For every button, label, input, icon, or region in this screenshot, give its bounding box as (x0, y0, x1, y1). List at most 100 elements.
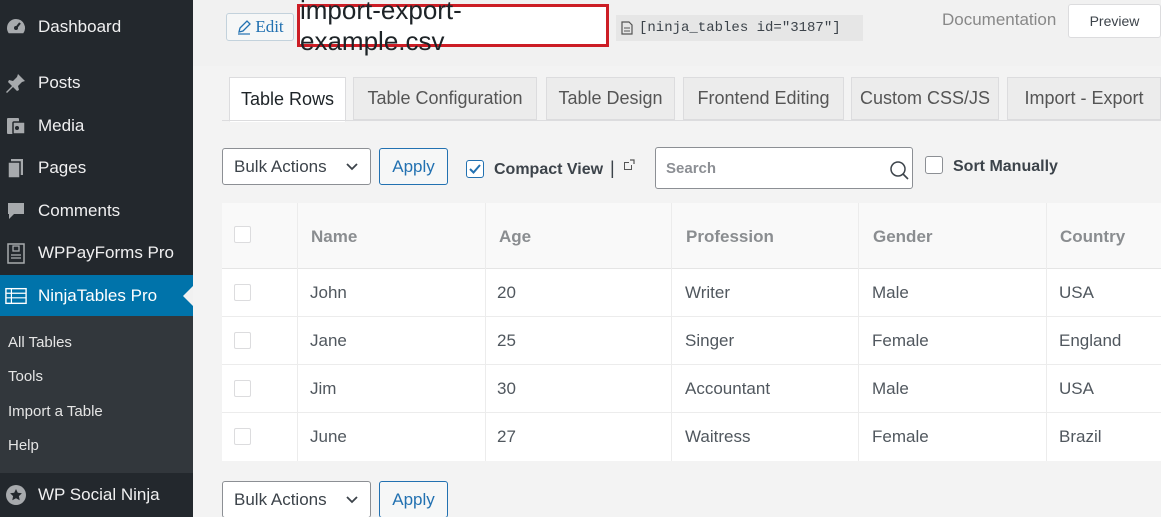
cell-profession: Accountant (685, 379, 771, 398)
cell-age: 30 (497, 379, 516, 398)
search-icon[interactable] (889, 160, 909, 180)
cell-name: Jim (310, 379, 337, 398)
apply-button-bottom[interactable]: Apply (379, 481, 448, 517)
ninjatables-submenu: All Tables Tools Import a Table Help (0, 316, 193, 473)
column-divider (297, 203, 298, 461)
pages-icon (5, 157, 27, 179)
column-divider (858, 203, 859, 461)
column-header-profession[interactable]: Profession (686, 227, 774, 247)
sidebar-item-comments[interactable]: Comments (0, 191, 193, 231)
compact-view-label[interactable]: Compact View (494, 161, 603, 179)
cell-gender: Male (872, 379, 909, 398)
cell-gender: Female (872, 331, 929, 350)
form-icon (5, 242, 27, 264)
cell-name: John (310, 283, 347, 302)
submenu-item-import-table[interactable]: Import a Table (8, 403, 103, 420)
sidebar-item-media[interactable]: Media (0, 106, 193, 146)
pencil-icon (238, 20, 252, 35)
comment-icon (5, 200, 27, 222)
row-checkbox[interactable] (234, 284, 251, 301)
tab-table-rows[interactable]: Table Rows (229, 77, 346, 122)
admin-sidebar: Dashboard Posts Media Pages Comments WPP… (0, 0, 193, 517)
tab-custom-css-js[interactable]: Custom CSS/JS (851, 77, 999, 120)
cell-age: 25 (497, 331, 516, 350)
sidebar-item-wppayforms[interactable]: WPPayForms Pro (0, 233, 193, 273)
column-header-age[interactable]: Age (499, 227, 531, 247)
table-row[interactable]: John 20 Writer Male USA (222, 269, 1161, 317)
sidebar-item-label: Pages (38, 158, 87, 177)
tab-table-design[interactable]: Table Design (546, 77, 675, 120)
bulk-actions-value: Bulk Actions (234, 156, 327, 176)
bulk-actions-select[interactable]: Bulk Actions (222, 148, 371, 185)
sidebar-item-label: Posts (38, 73, 81, 92)
chevron-down-icon (346, 163, 358, 171)
compact-view-checkbox[interactable] (466, 160, 484, 178)
edit-label: Edit (255, 17, 284, 36)
column-header-name[interactable]: Name (311, 227, 357, 247)
external-link-icon[interactable] (622, 158, 636, 172)
sidebar-item-label: WP Social Ninja (38, 485, 160, 504)
cell-country: England (1059, 331, 1122, 350)
cell-gender: Female (872, 427, 929, 446)
cell-profession: Singer (685, 331, 735, 350)
toolbar-separator: | (610, 158, 615, 178)
shortcode-display[interactable]: [ninja_tables id="3187"] (616, 15, 863, 41)
edit-title-button[interactable]: Edit (226, 13, 294, 41)
row-checkbox[interactable] (234, 380, 251, 397)
star-badge-icon (5, 484, 27, 506)
sidebar-item-posts[interactable]: Posts (0, 63, 193, 103)
cell-country: USA (1059, 283, 1094, 302)
sidebar-item-label: WPPayForms Pro (38, 243, 175, 262)
cell-gender: Male (872, 283, 909, 302)
submenu-item-all-tables[interactable]: All Tables (8, 334, 72, 351)
sidebar-item-label: Media (38, 116, 85, 135)
sidebar-item-dashboard[interactable]: Dashboard (0, 7, 193, 47)
table-header: Name Age Profession Gender Country (222, 203, 1161, 269)
tab-table-configuration[interactable]: Table Configuration (353, 77, 537, 120)
cell-age: 27 (497, 427, 516, 446)
sidebar-item-ninjatables[interactable]: NinjaTables Pro (0, 275, 193, 316)
table-row[interactable]: Jane 25 Singer Female England (222, 317, 1161, 365)
row-checkbox[interactable] (234, 332, 251, 349)
sort-manually-checkbox[interactable] (925, 156, 943, 174)
tab-divider (222, 120, 1161, 121)
preview-button[interactable]: Preview (1068, 4, 1161, 38)
checkmark-icon (469, 164, 481, 174)
sidebar-item-label: Comments (38, 201, 121, 220)
column-header-gender[interactable]: Gender (873, 227, 933, 247)
cell-country: USA (1059, 379, 1094, 398)
sidebar-item-wp-social-ninja[interactable]: WP Social Ninja (0, 475, 193, 515)
submenu-item-help[interactable]: Help (8, 437, 39, 454)
cell-country: Brazil (1059, 427, 1102, 446)
pin-icon (5, 72, 27, 94)
table-row[interactable]: June 27 Waitress Female Brazil (222, 413, 1161, 461)
sort-manually-label[interactable]: Sort Manually (953, 158, 1058, 176)
row-checkbox[interactable] (234, 428, 251, 445)
search-input[interactable] (666, 158, 876, 178)
cell-profession: Writer (685, 283, 731, 302)
documentation-link[interactable]: Documentation (942, 10, 1056, 30)
apply-button[interactable]: Apply (379, 148, 448, 185)
tab-frontend-editing[interactable]: Frontend Editing (683, 77, 844, 120)
search-field[interactable] (655, 147, 913, 189)
sidebar-item-pages[interactable]: Pages (0, 148, 193, 188)
table-icon (5, 285, 27, 307)
active-indicator-arrow (183, 286, 193, 306)
column-divider (485, 203, 486, 461)
data-table: Name Age Profession Gender Country John … (222, 203, 1161, 461)
tab-import-export[interactable]: Import - Export (1007, 77, 1161, 120)
cell-name: Jane (310, 331, 347, 350)
cell-name: June (310, 427, 347, 446)
bulk-actions-value: Bulk Actions (234, 489, 327, 509)
bulk-actions-select-bottom[interactable]: Bulk Actions (222, 481, 371, 517)
column-header-country[interactable]: Country (1060, 227, 1125, 247)
column-divider (671, 203, 672, 461)
cell-age: 20 (497, 283, 516, 302)
select-all-checkbox[interactable] (234, 226, 251, 243)
table-row[interactable]: Jim 30 Accountant Male USA (222, 365, 1161, 413)
table-title-highlight: import-export-example.csv (297, 0, 609, 56)
submenu-item-tools[interactable]: Tools (8, 368, 43, 385)
sidebar-item-label: Dashboard (38, 17, 122, 36)
page-title: import-export-example.csv (300, 0, 462, 56)
media-icon (5, 115, 27, 137)
